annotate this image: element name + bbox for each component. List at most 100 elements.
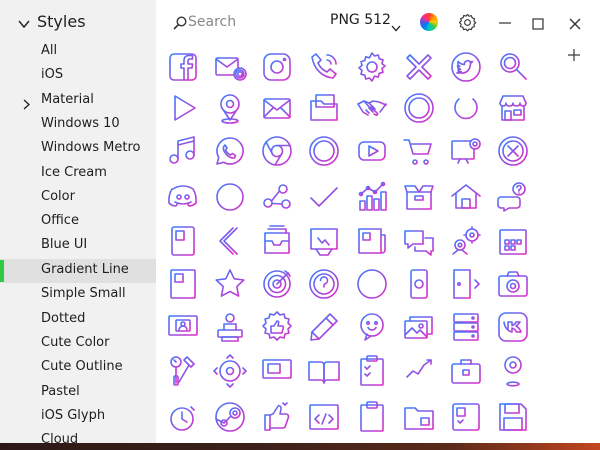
facebook-icon[interactable] [161, 45, 205, 89]
folder-documents-icon[interactable] [302, 86, 346, 130]
shopping-cart-icon[interactable] [397, 129, 441, 173]
monitor-icon[interactable] [255, 349, 299, 393]
style-blue-ui[interactable]: Blue UI [0, 234, 156, 258]
home-icon[interactable] [444, 175, 488, 219]
add-circle-icon[interactable] [350, 262, 394, 306]
printer-icon[interactable] [208, 305, 252, 349]
help-chat-icon[interactable] [491, 175, 535, 219]
style-dotted[interactable]: Dotted [0, 308, 156, 332]
discord-icon[interactable] [161, 175, 205, 219]
settings-icon[interactable] [350, 45, 394, 89]
star-icon[interactable] [208, 262, 252, 306]
steam-icon[interactable] [208, 395, 252, 439]
report-icon[interactable] [161, 262, 205, 306]
pan-control-icon[interactable] [208, 349, 252, 393]
maximize-icon[interactable] [532, 15, 544, 34]
music-icon[interactable] [161, 129, 205, 173]
style-material[interactable]: Material [0, 89, 156, 113]
color-wheel-icon[interactable] [420, 13, 438, 31]
style-gradient-line[interactable]: Gradient Line [0, 259, 156, 283]
plus-circle-icon[interactable] [302, 129, 346, 173]
instagram-icon[interactable] [255, 45, 299, 89]
twitter-icon[interactable] [444, 45, 488, 89]
task-board-icon[interactable] [444, 395, 488, 439]
photo-gallery-icon[interactable] [397, 305, 441, 349]
thumbs-up-badge-icon[interactable] [255, 305, 299, 349]
style-office[interactable]: Office [0, 210, 156, 234]
styles-header[interactable]: Styles [0, 0, 156, 44]
style-ios[interactable]: iOS [0, 64, 156, 88]
close-icon[interactable] [569, 15, 581, 34]
plus-icon[interactable] [566, 47, 582, 67]
logout-icon[interactable] [444, 262, 488, 306]
email-at-icon[interactable] [208, 45, 252, 89]
target-icon[interactable] [255, 262, 299, 306]
style-windows-10[interactable]: Windows 10 [0, 113, 156, 137]
style-simple-small[interactable]: Simple Small [0, 283, 156, 307]
back-arrow-icon[interactable] [208, 219, 252, 263]
vk-icon[interactable] [491, 305, 535, 349]
search-icon[interactable] [491, 45, 535, 89]
code-icon[interactable] [302, 395, 346, 439]
style-all[interactable]: All [0, 40, 156, 64]
chrome-icon[interactable] [255, 129, 299, 173]
style-windows-metro[interactable]: Windows Metro [0, 137, 156, 161]
youtube-icon[interactable] [350, 129, 394, 173]
style-cute-outline[interactable]: Cute Outline [0, 356, 156, 380]
list-circle-icon[interactable] [397, 86, 441, 130]
engineering-icon[interactable] [444, 219, 488, 263]
smartphone-icon[interactable] [397, 262, 441, 306]
style-pastel[interactable]: Pastel [0, 381, 156, 405]
package-icon[interactable] [397, 175, 441, 219]
chevron-right-icon[interactable] [23, 95, 31, 114]
style-cute-color[interactable]: Cute Color [0, 332, 156, 356]
map-pin-icon[interactable] [491, 349, 535, 393]
close-icon[interactable] [397, 45, 441, 89]
style-ice-cream[interactable]: Ice Cream [0, 162, 156, 186]
emoji-chat-icon[interactable] [350, 305, 394, 349]
pencil-icon[interactable] [302, 305, 346, 349]
calendar-chart-icon[interactable] [302, 219, 346, 263]
calendar-icon[interactable] [491, 219, 535, 263]
location-pin-icon[interactable] [208, 86, 252, 130]
search-icon[interactable] [173, 15, 187, 34]
checkmark-icon[interactable] [302, 175, 346, 219]
news-icon[interactable] [350, 219, 394, 263]
style-cloud[interactable]: Cloud [0, 429, 156, 443]
cancel-circle-icon[interactable] [491, 129, 535, 173]
line-chart-icon[interactable] [397, 349, 441, 393]
style-ios-glyph[interactable]: iOS Glyph [0, 405, 156, 429]
minimize-icon[interactable] [498, 14, 512, 33]
handshake-icon[interactable] [350, 86, 394, 130]
power-icon[interactable] [444, 86, 488, 130]
phone-icon[interactable] [302, 45, 346, 89]
checklist-icon[interactable] [350, 349, 394, 393]
help-circle-icon[interactable] [302, 262, 346, 306]
share-icon[interactable] [255, 175, 299, 219]
book-icon[interactable] [302, 349, 346, 393]
like-icon[interactable] [255, 395, 299, 439]
id-badge-icon[interactable] [161, 219, 205, 263]
tools-icon[interactable] [161, 349, 205, 393]
inbox-tray-icon[interactable] [255, 219, 299, 263]
server-icon[interactable] [444, 305, 488, 349]
chat-bubbles-icon[interactable] [397, 219, 441, 263]
clipboard-icon[interactable] [350, 395, 394, 439]
bar-chart-icon[interactable] [350, 175, 394, 219]
toolbox-icon[interactable] [444, 349, 488, 393]
floppy-disk-icon[interactable] [491, 395, 535, 439]
whatsapp-icon[interactable] [208, 129, 252, 173]
envelope-icon[interactable] [255, 86, 299, 130]
timer-icon[interactable] [161, 395, 205, 439]
computer-settings-icon[interactable] [444, 129, 488, 173]
computer-user-icon[interactable] [161, 305, 205, 349]
folder-icon[interactable] [397, 395, 441, 439]
circle-icon[interactable] [208, 175, 252, 219]
chevron-down-icon[interactable] [18, 14, 30, 33]
search-input[interactable] [188, 12, 298, 32]
gear-icon[interactable] [458, 13, 477, 36]
play-icon[interactable] [161, 86, 205, 130]
style-color[interactable]: Color [0, 186, 156, 210]
shop-icon[interactable] [491, 86, 535, 130]
camera-icon[interactable] [491, 262, 535, 306]
